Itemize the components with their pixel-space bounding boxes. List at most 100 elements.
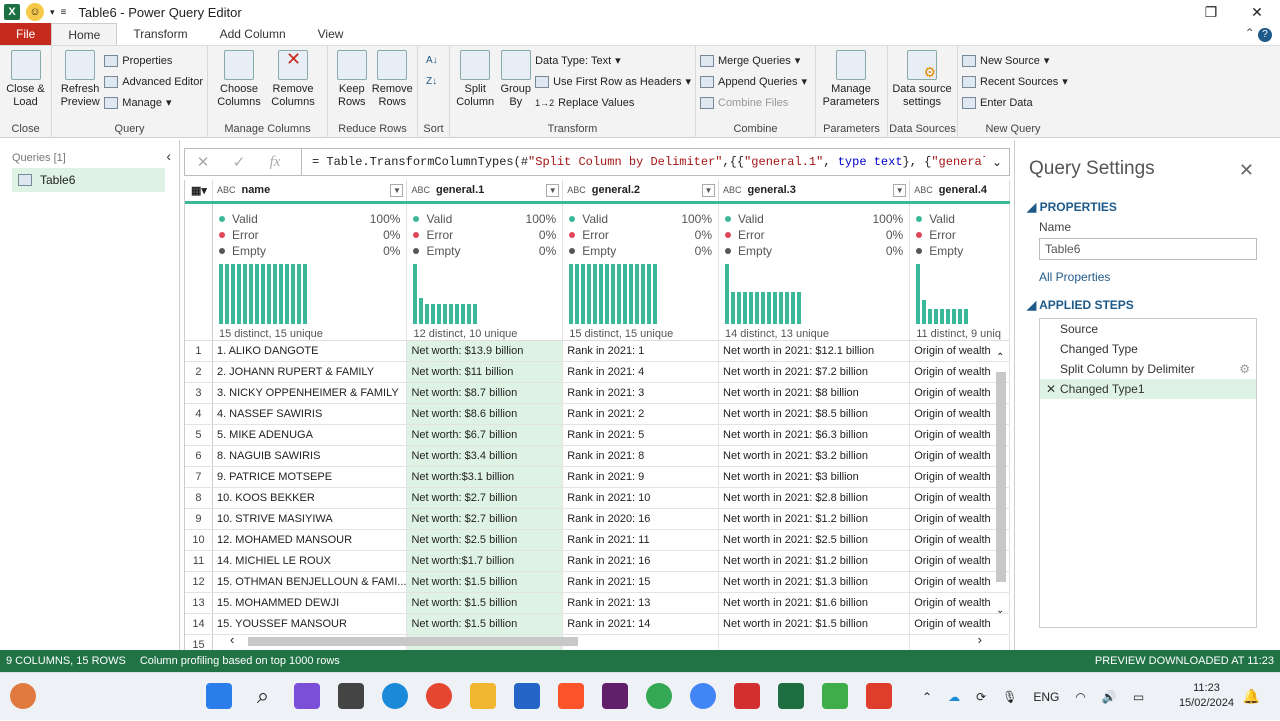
value-distribution-chart[interactable] xyxy=(413,262,556,324)
distribution-bar[interactable] xyxy=(653,263,658,324)
battery-icon[interactable]: ▭ xyxy=(1133,690,1144,704)
table-cell[interactable]: Rank in 2021: 9 xyxy=(562,466,720,488)
distribution-bar[interactable] xyxy=(569,263,574,324)
status-profiling[interactable]: Column profiling based on top 1000 rows xyxy=(140,655,340,667)
column-header[interactable]: ABC general.3 ▼ xyxy=(718,180,911,204)
refresh-preview-button[interactable]: Refresh Preview xyxy=(56,50,104,109)
wifi-icon[interactable]: ◠ xyxy=(1075,690,1085,704)
volume-icon[interactable]: 🔊 xyxy=(1102,690,1117,704)
onedrive-icon[interactable]: ☁ xyxy=(948,690,960,704)
distribution-bar[interactable] xyxy=(449,304,454,324)
vertical-scroll-thumb[interactable] xyxy=(996,372,1006,582)
row-number[interactable]: 2 xyxy=(185,361,213,383)
table-cell[interactable]: Net worth in 2021: $1.2 billion xyxy=(718,508,911,530)
table-cell[interactable]: 2. JOHANN RUPERT & FAMILY xyxy=(212,361,408,383)
manage-button[interactable]: Manage ▾ xyxy=(104,94,203,111)
table-cell[interactable]: Net worth in 2021: $1.6 billion xyxy=(718,592,911,614)
properties-section[interactable]: ◢ PROPERTIES xyxy=(1015,200,1280,214)
step-settings-gear-icon[interactable]: ⚙ xyxy=(1239,359,1250,379)
table-cell[interactable]: Rank in 2021: 8 xyxy=(562,445,720,467)
distribution-bar[interactable] xyxy=(755,292,760,324)
group-by-button[interactable]: Group By xyxy=(496,50,535,109)
distribution-bar[interactable] xyxy=(296,263,301,324)
distribution-bar[interactable] xyxy=(641,263,646,324)
table-row[interactable]: 12 15. OTHMAN BENJELLOUN & FAMI... Net wor… xyxy=(185,571,1010,593)
distribution-bar[interactable] xyxy=(284,263,289,324)
formula-input[interactable]: = Table.TransformColumnTypes(#"Split Col… xyxy=(302,155,985,169)
step-split-column[interactable]: Split Column by Delimiter ⚙ xyxy=(1040,359,1256,379)
distribution-bar[interactable] xyxy=(749,292,754,324)
table-cell[interactable]: Net worth: $3.4 billion xyxy=(406,445,564,467)
distribution-bar[interactable] xyxy=(236,263,241,324)
customize-icon[interactable]: ≡ xyxy=(61,7,67,18)
tab-home[interactable]: Home xyxy=(51,23,118,45)
table-cell[interactable]: Net worth: $2.5 billion xyxy=(406,529,564,551)
value-distribution-chart[interactable] xyxy=(916,262,1003,324)
close-settings-icon[interactable]: ✕ xyxy=(1239,160,1254,181)
table-cell[interactable]: Net worth: $6.7 billion xyxy=(406,424,564,446)
table-cell[interactable]: Net worth in 2021: $1.2 billion xyxy=(718,550,911,572)
table-cell[interactable]: Net worth in 2021: $8 billion xyxy=(718,382,911,404)
distribution-bar[interactable] xyxy=(791,292,796,324)
distribution-bar[interactable] xyxy=(413,263,418,324)
step-changed-type[interactable]: Changed Type xyxy=(1040,339,1256,359)
search-icon[interactable]: ⌕ xyxy=(250,683,276,709)
tab-view[interactable]: View xyxy=(302,23,360,45)
table-cell[interactable]: Net worth in 2021: $2.8 billion xyxy=(718,487,911,509)
row-number[interactable]: 11 xyxy=(185,550,213,572)
table-cell[interactable]: Net worth: $13.9 billion xyxy=(406,340,564,362)
merge-queries-button[interactable]: Merge Queries ▾ xyxy=(700,52,807,69)
collapse-ribbon-icon[interactable]: ⌃ xyxy=(1245,26,1255,40)
table-cell[interactable]: 4. NASSEF SAWIRIS xyxy=(212,403,408,425)
distribution-bar[interactable] xyxy=(593,263,598,324)
brave-icon[interactable] xyxy=(558,683,584,709)
row-number[interactable]: 6 xyxy=(185,445,213,467)
table-cell[interactable]: Rank in 2020: 16 xyxy=(562,508,720,530)
distribution-bar[interactable] xyxy=(635,263,640,324)
table-cell[interactable]: Net worth: $1.5 billion xyxy=(406,592,564,614)
notifications-icon[interactable]: 🔔 xyxy=(1243,688,1260,705)
distribution-bar[interactable] xyxy=(779,292,784,324)
edge-icon[interactable] xyxy=(382,683,408,709)
horizontal-scroll-thumb[interactable] xyxy=(248,637,578,646)
distribution-bar[interactable] xyxy=(230,263,235,324)
distribution-bar[interactable] xyxy=(964,308,969,324)
chrome-icon[interactable] xyxy=(426,683,452,709)
table-row[interactable]: 11 14. MICHIEL LE ROUX Net worth:$1.7 bill… xyxy=(185,550,1010,572)
table-cell[interactable]: Net worth in 2021: $12.1 billion xyxy=(718,340,911,362)
use-first-row-button[interactable]: Use First Row as Headers ▾ xyxy=(535,73,691,90)
table-cell[interactable]: Net worth: $11 billion xyxy=(406,361,564,383)
distribution-bar[interactable] xyxy=(916,263,921,324)
chrome-profile-icon[interactable] xyxy=(646,683,672,709)
help-icon[interactable]: ? xyxy=(1258,28,1272,42)
table-row[interactable]: 7 9. PATRICE MOTSEPE Net worth:$3.1 billio… xyxy=(185,466,1010,488)
vertical-scrollbar[interactable]: ⌃ ⌄ xyxy=(994,352,1008,616)
cancel-formula-icon[interactable]: ✕ xyxy=(185,153,221,171)
file-explorer-icon[interactable] xyxy=(470,683,496,709)
start-icon[interactable] xyxy=(206,683,232,709)
table-cell[interactable]: Net worth: $2.7 billion xyxy=(406,508,564,530)
keep-rows-button[interactable]: Keep Rows xyxy=(332,50,372,109)
value-distribution-chart[interactable] xyxy=(725,262,903,324)
remove-rows-button[interactable]: Remove Rows xyxy=(372,50,413,109)
scroll-down-icon[interactable]: ⌄ xyxy=(996,605,1004,616)
table-cell[interactable]: 5. MIKE ADENUGA xyxy=(212,424,408,446)
table-cell[interactable]: Net worth in 2021: $6.3 billion xyxy=(718,424,911,446)
distribution-bar[interactable] xyxy=(647,263,652,324)
slack-icon[interactable] xyxy=(602,683,628,709)
table-cell[interactable]: Net worth in 2021: $7.2 billion xyxy=(718,361,911,383)
table-cell[interactable]: 12. MOHAMED MANSOUR xyxy=(212,529,408,551)
table-cell[interactable]: Net worth in 2021: $1.3 billion xyxy=(718,571,911,593)
distribution-bar[interactable] xyxy=(743,292,748,324)
advanced-editor-button[interactable]: Advanced Editor xyxy=(104,73,203,90)
combine-files-button[interactable]: Combine Files xyxy=(700,94,807,111)
table-cell[interactable]: 15. MOHAMMED DEWJI xyxy=(212,592,408,614)
table-menu-corner[interactable]: ▦▾ xyxy=(185,180,213,204)
distribution-bar[interactable] xyxy=(266,263,271,324)
distribution-bar[interactable] xyxy=(419,298,424,324)
column-header[interactable]: ABC general.2 ▼ xyxy=(562,180,720,204)
split-column-button[interactable]: Split Column xyxy=(454,50,496,109)
table-row[interactable]: 6 8. NAGUIB SAWIRIS Net worth: $3.4 billio… xyxy=(185,445,1010,467)
tray-overflow-icon[interactable]: ⌃ xyxy=(922,690,932,704)
fx-icon[interactable]: fx xyxy=(257,154,293,171)
